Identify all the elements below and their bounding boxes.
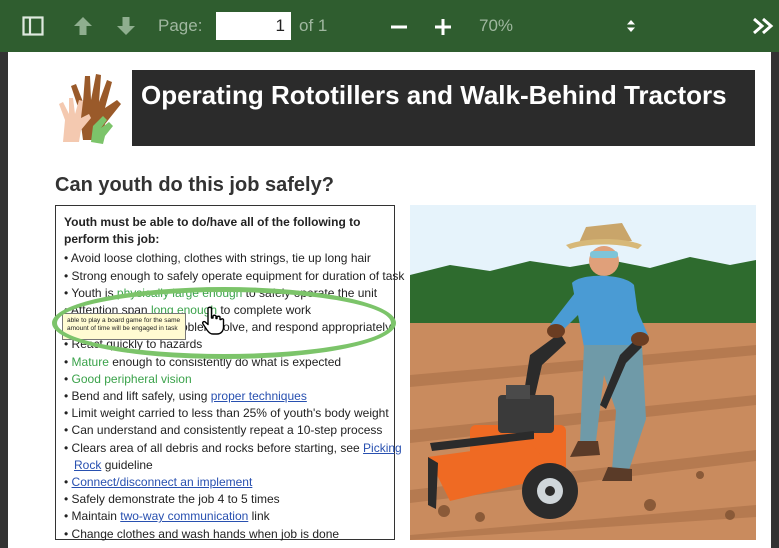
list-item: • Avoid loose clothing, clothes with str… (64, 251, 371, 266)
list-item: • Change clothes and wash hands when job… (64, 526, 340, 541)
two-way-communication-link[interactable]: two-way communication (120, 509, 248, 523)
mature-link[interactable]: Mature (72, 355, 109, 369)
more-tools-icon[interactable] (752, 17, 774, 35)
sidebar-toggle-icon[interactable] (22, 16, 44, 36)
rototiller-illustration (410, 205, 756, 540)
list-item: • Maintain two-way communication link (64, 509, 270, 524)
requirements-intro: Youth must be able to do/have all of the… (64, 215, 361, 247)
list-item: • Good peripheral vision (64, 371, 192, 386)
proper-techniques-link[interactable]: proper techniques (211, 389, 307, 403)
page-label: Page: (158, 16, 203, 35)
zoom-in-icon[interactable] (434, 18, 452, 36)
viewer-scrollbar[interactable] (771, 52, 779, 548)
zoom-dropdown-icon[interactable] (626, 19, 636, 33)
document-title: Operating Rototillers and Walk-Behind Tr… (141, 80, 727, 110)
zoom-out-icon[interactable] (390, 18, 408, 36)
previous-page-icon[interactable] (72, 15, 94, 37)
hands-logo (55, 70, 132, 146)
list-item: • Bend and lift safely, using proper tec… (64, 389, 307, 404)
list-item: • Clears area of all debris and rocks be… (64, 440, 402, 455)
hand-cursor-icon (201, 306, 225, 335)
picking-link[interactable]: Picking (363, 441, 402, 455)
list-item: • Strong enough to safely operate equipm… (64, 268, 405, 283)
list-item: • Safely demonstrate the job 4 to 5 time… (64, 492, 280, 507)
page-count: of 1 (299, 16, 328, 35)
section-heading: Can youth do this job safely? (55, 174, 334, 196)
zoom-level[interactable]: 70% (479, 16, 513, 36)
list-item: • Can understand and consistently repeat… (64, 423, 383, 438)
requirements-list: Youth must be able to do/have all of the… (64, 214, 405, 543)
page-number-input[interactable] (216, 12, 291, 40)
rock-link[interactable]: Rock (74, 458, 101, 472)
list-item-continuation: Rock guideline (74, 457, 153, 472)
viewer-left-border (0, 52, 8, 548)
list-item: • Limit weight carried to less than 25% … (64, 406, 389, 421)
next-page-icon[interactable] (115, 15, 137, 37)
connect-implement-link[interactable]: Connect/disconnect an implement (72, 475, 253, 489)
peripheral-vision-link[interactable]: Good peripheral vision (72, 372, 192, 386)
list-item: • Connect/disconnect an implement (64, 475, 253, 490)
